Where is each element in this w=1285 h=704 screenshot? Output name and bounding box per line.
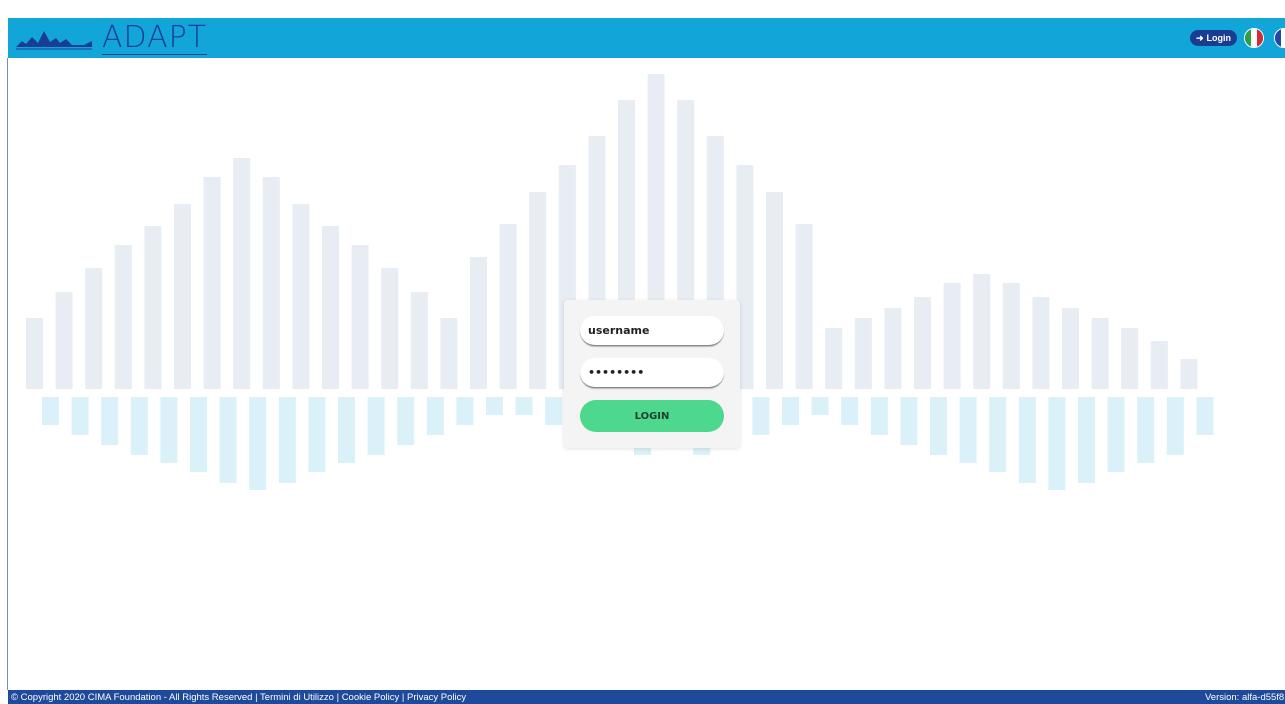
footer-legal: © Copyright 2020 CIMA Foundation - All R… [11,692,467,703]
background-bar-lower [397,397,415,445]
background-bar-lower [130,397,148,455]
background-bar-lower [426,397,444,435]
background-bar-upper [233,158,251,389]
background-bar-upper [1180,359,1198,389]
background-bar-lower [545,397,563,425]
background-bar-lower [811,397,829,415]
background-bar-lower [160,397,178,463]
background-bar-upper [262,177,280,389]
privacy-policy-link[interactable]: Privacy Policy [407,692,466,703]
background-bar-upper [85,268,103,389]
background-bar-lower [782,397,799,425]
background-bar-lower [900,397,918,445]
french-flag-button[interactable] [1274,28,1285,48]
background-bar-upper [292,204,310,389]
background-bar-lower [278,397,296,483]
terms-link[interactable]: Termini di Utilizzo [260,692,334,703]
background-bar-upper [795,224,813,389]
background-bar-upper [914,297,931,389]
background-bar-upper [1091,318,1109,389]
version-label: Version: alfa-d55f8 [1205,692,1285,703]
background-bar-lower [752,397,770,435]
top-navigation-bar: ADAPT ➜ Login [8,18,1285,58]
background-bar-lower [456,397,474,425]
background-bar-lower [959,397,977,463]
header-login-label: Login [1206,33,1232,43]
background-bar-lower [1107,397,1125,472]
background-bar-lower [515,397,533,415]
username-field[interactable] [580,316,724,346]
background-bar-upper [1062,308,1079,389]
background-bar-upper [825,328,843,389]
app-window: ADAPT ➜ Login LOGIN © Copyright 2020 CIM… [0,0,1285,704]
background-bar-lower [486,397,503,415]
background-bar-lower [308,397,326,472]
background-bar-upper [499,224,517,389]
background-bar-upper [470,257,487,389]
background-bar-upper [766,192,783,389]
background-bar-upper [203,177,221,389]
background-bar-lower [1166,397,1184,455]
background-bar-upper [529,192,547,389]
background-bar-upper [114,245,132,389]
copyright-text: © Copyright 2020 CIMA Foundation - All R… [11,692,253,703]
background-bar-lower [42,397,59,425]
background-bar-upper [55,292,73,389]
italian-flag-button[interactable] [1244,28,1264,48]
background-bar-upper [144,226,162,389]
background-bar-upper [1150,341,1168,389]
background-bar-lower [870,397,888,435]
background-bar-lower [219,397,237,483]
background-bar-lower [1137,397,1155,463]
background-bar-upper [854,318,872,389]
background-bar-upper [440,318,458,389]
background-bar-upper [381,268,399,389]
background-bar-lower [1196,397,1214,435]
background-bar-lower [249,397,267,490]
background-bar-upper [973,274,991,389]
background-bar-lower [1048,397,1066,490]
sign-in-icon: ➜ [1196,32,1204,43]
adapt-logo[interactable]: ADAPT [14,19,208,56]
password-field[interactable] [580,358,724,388]
login-button[interactable]: LOGIN [580,400,724,432]
waveform-logo-icon [16,31,92,50]
background-bar-upper [884,308,902,389]
background-bar-lower [190,397,207,472]
background-bar-upper [322,226,339,389]
background-bar-upper [410,292,428,389]
background-bar-lower [930,397,947,455]
background-bar-upper [1121,328,1139,389]
cookie-policy-link[interactable]: Cookie Policy [342,692,400,703]
background-bar-lower [338,397,355,463]
background-bar-upper [1002,283,1020,389]
background-bar-lower [367,397,385,455]
background-bar-upper [26,318,43,389]
footer-bar: © Copyright 2020 CIMA Foundation - All R… [8,690,1285,704]
background-bar-lower [989,397,1007,472]
background-bar-lower [101,397,119,445]
background-bar-lower [841,397,859,425]
login-panel: LOGIN [564,300,740,448]
background-bar-upper [1032,297,1050,389]
background-bar-lower [1078,397,1095,483]
background-bar-upper [174,204,191,389]
page-left-border [7,58,8,690]
background-bar-upper [351,245,369,389]
background-bar-lower [1018,397,1036,483]
background-bar-upper [943,283,961,389]
logo-text: ADAPT [102,19,208,55]
background-bar-lower [71,397,89,435]
header-login-button[interactable]: ➜ Login [1190,30,1238,46]
